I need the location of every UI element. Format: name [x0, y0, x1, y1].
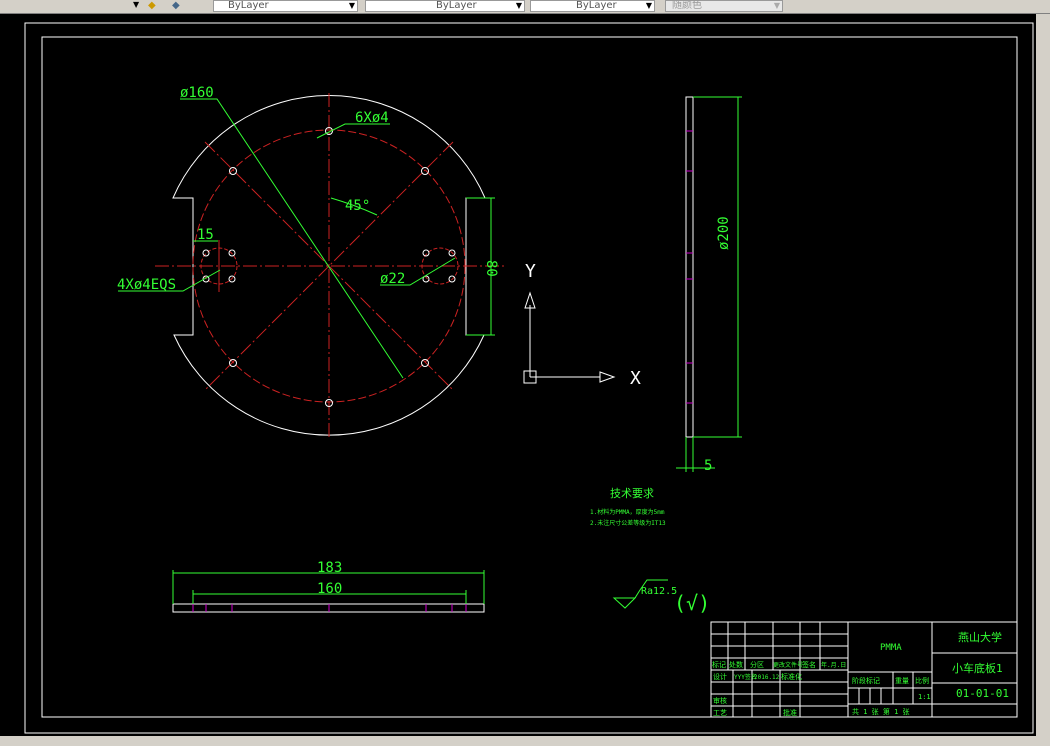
tb-school: 燕山大学 [958, 630, 1002, 644]
ucs-x-label: X [630, 368, 641, 389]
linetype-value: ByLayer [436, 0, 477, 11]
tb-review: 审核 [713, 696, 727, 705]
side-view: ø200 5 [676, 96, 742, 474]
chevron-down-icon: ▼ [348, 1, 355, 10]
tb-scale-label: 比例 [915, 676, 929, 685]
roughness-other: (√) [674, 591, 710, 615]
tech-line2: 2.未注尺寸公差等级为IT13 [590, 519, 666, 527]
ucs-y-label: Y [525, 261, 536, 282]
dim-holes6: 6Xø4 [355, 110, 389, 126]
tb-scale: 1:1 [918, 693, 931, 701]
dim-holes4: 4Xø4EQS [117, 277, 176, 293]
tb-process: 工艺 [713, 709, 727, 717]
dim-dia200: ø200 [716, 216, 732, 250]
drawing-canvas[interactable]: ø160 6Xø4 45° 15 4Xø4EQS ø22 80 X Y ø200… [0, 14, 1036, 736]
tb-drawing-code: 01-01-01 [956, 687, 1009, 700]
tb-zone: 分区 [750, 660, 764, 669]
tb-standard: 标准化 [781, 672, 802, 681]
color-select[interactable]: ByLayer ▼ [213, 0, 358, 12]
dim-dia22: ø22 [380, 271, 405, 287]
chevron-down-icon: ▼ [645, 1, 652, 10]
tech-line1: 1.材料为PMMA，厚度为5mm [590, 508, 665, 516]
ucs-icon: X Y [523, 261, 641, 389]
dim-183: 183 [317, 560, 342, 576]
lineweight-value: ByLayer [576, 0, 617, 11]
color-value: ByLayer [228, 0, 269, 11]
plotstyle-select[interactable]: 随颜色 ▼ [665, 0, 783, 12]
tb-weight: 重量 [895, 677, 909, 685]
tech-title: 技术要求 [610, 487, 654, 500]
tb-mark: 标记 [712, 660, 726, 669]
properties-toolbar: ▼ ◆ ◆ ByLayer ▼ ByLayer ▼ ByLayer ▼ 随颜色 ▼ [0, 0, 1050, 14]
dim-15: 15 [197, 227, 214, 243]
dim-5: 5 [704, 458, 712, 474]
tb-date: 年.月.日 [821, 661, 846, 669]
top-view: ø160 6Xø4 45° 15 4Xø4EQS ø22 80 [117, 85, 505, 440]
tb-drawing-name: 小车底板1 [952, 661, 1003, 675]
tb-sign: 签名 [802, 660, 816, 669]
chevron-down-icon: ▼ [773, 1, 780, 10]
plotstyle-value: 随颜色 [672, 0, 702, 11]
side-hidden-lines [686, 130, 693, 404]
linetype-select[interactable]: ByLayer ▼ [365, 0, 525, 12]
lineweight-select[interactable]: ByLayer ▼ [530, 0, 655, 12]
dim-angle: 45° [345, 198, 370, 214]
layer-state-icon[interactable]: ◆ [148, 0, 156, 11]
tb-approve: 批准 [783, 708, 797, 717]
tb-design: 设计 [713, 672, 727, 681]
horizontal-scrollbar[interactable] [0, 736, 1050, 746]
tb-design-date: 2016.12 [754, 674, 780, 681]
tb-material: PMMA [880, 643, 902, 653]
layer-previous-icon[interactable]: ◆ [172, 0, 180, 11]
tb-stage: 阶段标记 [852, 676, 880, 685]
dropdown-arrow-icon[interactable]: ▼ [133, 0, 139, 9]
tb-change-doc: 更改文件号 [773, 661, 803, 669]
tech-requirements: 技术要求 1.材料为PMMA，厚度为5mm 2.未注尺寸公差等级为IT13 [590, 487, 666, 527]
dim-160: 160 [317, 581, 342, 597]
roughness-value: Ra12.5 [641, 586, 677, 597]
tb-sheets: 共 1 张 第 1 张 [852, 707, 910, 716]
chevron-down-icon: ▼ [515, 1, 522, 10]
tb-count: 处数 [729, 660, 743, 669]
dim-80: 80 [483, 260, 499, 277]
dim-dia160: ø160 [180, 85, 214, 101]
sheet-border [24, 22, 1034, 734]
roughness-symbol: Ra12.5 (√) [612, 579, 710, 615]
vertical-scrollbar[interactable] [1036, 14, 1050, 736]
bottom-view: 183 160 [172, 560, 485, 613]
